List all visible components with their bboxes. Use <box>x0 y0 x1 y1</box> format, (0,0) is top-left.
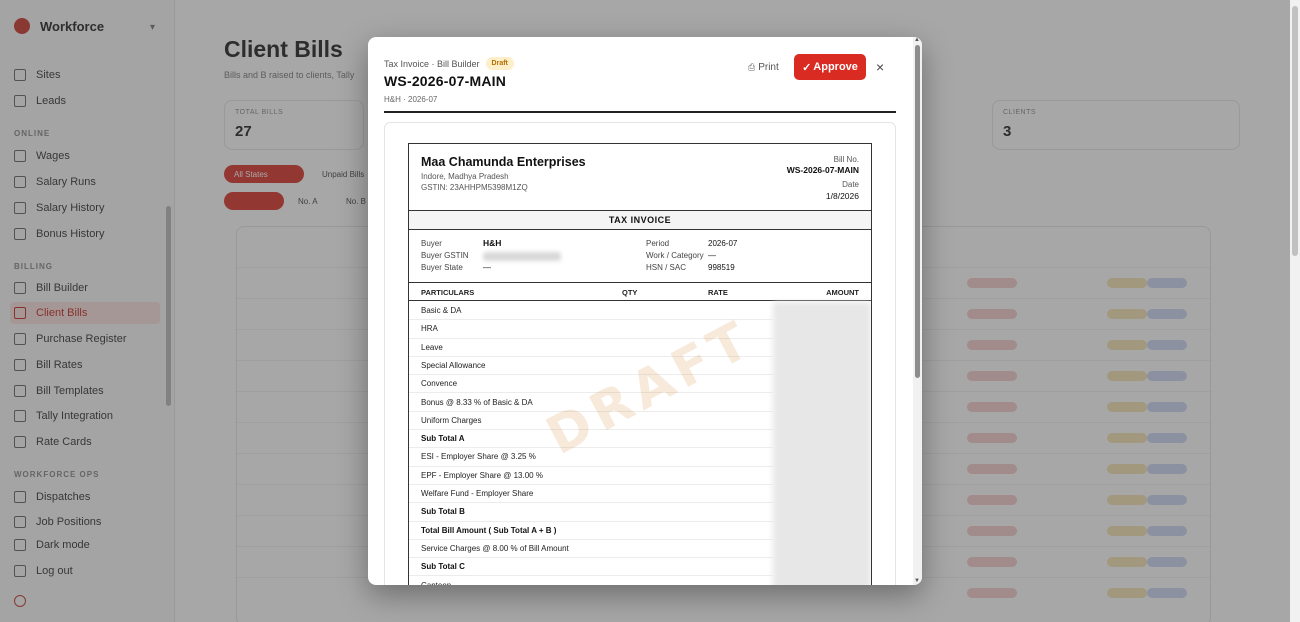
hsn-label: HSN / SAC <box>646 263 687 272</box>
buyer-value: H&H <box>483 238 502 248</box>
scroll-up-icon[interactable]: ▲ <box>914 37 920 43</box>
breadcrumb-text: Tax Invoice · Bill Builder <box>384 58 480 69</box>
particulars-header: PARTICULARS QTY RATE AMOUNT <box>409 282 871 301</box>
status-badge: Draft <box>485 57 514 70</box>
print-button[interactable]: ⎙ Print <box>748 62 779 73</box>
line-item-row: EPF - Employer Share @ 13.00 % <box>409 467 773 485</box>
col-rate: RATE <box>708 288 728 297</box>
buyer-label: Buyer <box>421 239 442 248</box>
date-value: 1/8/2026 <box>825 191 859 201</box>
line-item-row: Sub Total C <box>409 558 773 577</box>
company-gstin: GSTIN: 23AHHPM5398M1ZQ <box>421 183 528 192</box>
work-category-value: — <box>708 251 716 260</box>
period-value: 2026-07 <box>708 239 738 248</box>
bill-subtitle: H&H · 2026-07 <box>384 95 438 104</box>
page-scrollbar[interactable] <box>1290 0 1300 622</box>
line-item-row: Sub Total B <box>409 503 773 522</box>
close-icon[interactable]: × <box>876 59 884 75</box>
scroll-thumb[interactable] <box>915 45 920 378</box>
line-item-row: Total Bill Amount ( Sub Total A + B ) <box>409 522 773 540</box>
modal-scrollbar[interactable]: ▲ ▼ <box>913 37 922 585</box>
buyer-gstin-label: Buyer GSTIN <box>421 251 469 260</box>
tax-invoice-document: Maa Chamunda Enterprises Indore, Madhya … <box>408 143 872 585</box>
approve-label: Approve <box>813 61 858 73</box>
check-icon: ✓ <box>802 61 812 74</box>
buyer-state-label: Buyer State <box>421 263 463 272</box>
line-item-row: Welfare Fund - Employer Share <box>409 485 773 504</box>
breadcrumb: Tax Invoice · Bill Builder Draft <box>384 57 514 70</box>
col-particulars: PARTICULARS <box>421 288 475 297</box>
printer-icon: ⎙ <box>748 62 756 72</box>
bill-no-value: WS-2026-07-MAIN <box>786 165 859 175</box>
col-amount: AMOUNT <box>826 288 859 297</box>
col-qty: QTY <box>622 288 638 297</box>
scroll-down-icon[interactable]: ▼ <box>914 578 920 584</box>
line-item-row: Canteen <box>409 577 773 586</box>
line-item-row: Service Charges @ 8.00 % of Bill Amount <box>409 540 773 559</box>
approve-button[interactable]: ✓ Approve <box>794 54 866 80</box>
print-label: Print <box>758 62 779 73</box>
amount-column-redacted <box>773 302 871 585</box>
buyer-state-value: — <box>483 263 491 272</box>
invoice-heading: TAX INVOICE <box>409 210 871 230</box>
bill-preview-modal: Tax Invoice · Bill Builder Draft WS-2026… <box>368 37 922 585</box>
company-address: Indore, Madhya Pradesh <box>421 172 509 181</box>
buyer-gstin-value <box>483 252 561 261</box>
date-label: Date <box>842 180 859 189</box>
work-category-label: Work / Category <box>646 251 704 260</box>
bill-no-label: Bill No. <box>833 155 859 164</box>
company-name: Maa Chamunda Enterprises <box>421 155 586 169</box>
header-divider <box>384 111 896 113</box>
period-label: Period <box>646 239 670 248</box>
bill-title: WS-2026-07-MAIN <box>384 73 507 89</box>
hsn-value: 998519 <box>708 263 735 272</box>
